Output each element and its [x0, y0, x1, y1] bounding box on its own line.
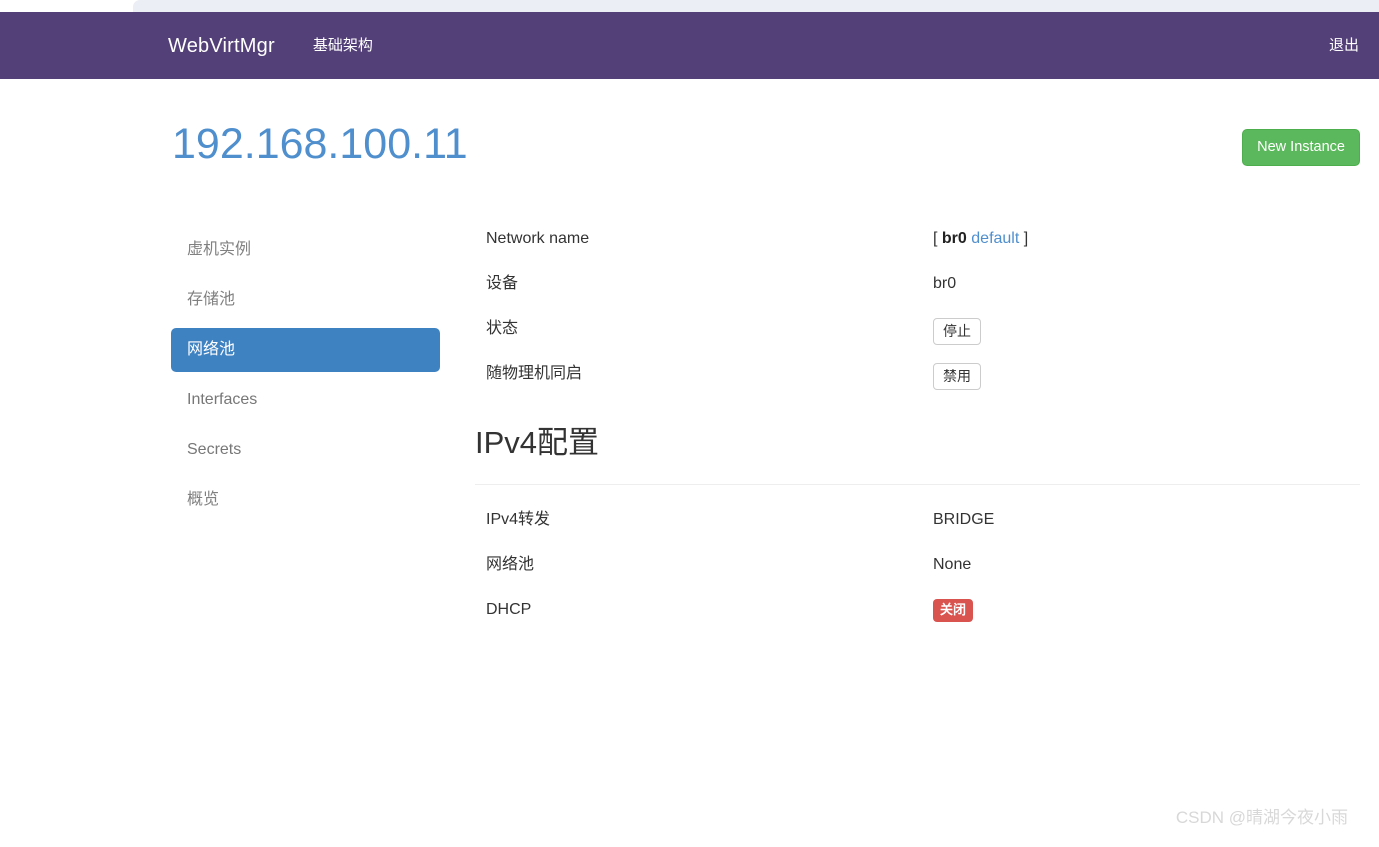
detail-label: Network name [486, 230, 590, 247]
sidebar-item-interfaces[interactable]: Interfaces [171, 378, 440, 422]
sidebar-item-storage-pools[interactable]: 存储池 [171, 278, 440, 322]
stop-button[interactable]: 停止 [933, 318, 981, 345]
bracket-open: [ [933, 230, 938, 247]
nav-link-logout[interactable]: 退出 [1329, 38, 1359, 53]
detail-row-network-name: Network name [ br0 default ] [475, 228, 1360, 273]
sidebar-item-overview[interactable]: 概览 [171, 478, 440, 522]
detail-row-state: 状态 停止 [475, 318, 1360, 363]
detail-value-ipv4-forwarding: BRIDGE [933, 511, 995, 528]
detail-row-ipv4-forwarding: IPv4转发 BRIDGE [475, 509, 1360, 554]
nav-link-infrastructure[interactable]: 基础架构 [313, 38, 373, 53]
detail-row-dhcp: DHCP 关闭 [475, 599, 1360, 644]
detail-label: 设备 [486, 275, 519, 292]
navbar-brand[interactable]: WebVirtMgr [168, 36, 275, 56]
detail-value-autostart: 禁用 [933, 363, 981, 390]
network-name-value: br0 [941, 230, 967, 247]
sidebar: 虚机实例 存储池 网络池 Interfaces Secrets 概览 [171, 228, 440, 528]
new-instance-button[interactable]: New Instance [1242, 129, 1360, 166]
detail-value-device: br0 [933, 275, 957, 292]
navbar-right: 退出 [1329, 38, 1359, 53]
page-title: 192.168.100.11 [172, 120, 468, 168]
sidebar-item-instances[interactable]: 虚机实例 [171, 228, 440, 272]
browser-top-strip [0, 0, 1379, 12]
watermark: CSDN @晴湖今夜小雨 [1175, 808, 1348, 827]
detail-value-state: 停止 [933, 318, 981, 345]
detail-row-autostart: 随物理机同启 禁用 [475, 363, 1360, 408]
detail-label: IPv4转发 [486, 511, 551, 528]
navbar: WebVirtMgr 基础架构 退出 [0, 12, 1379, 79]
detail-label: 随物理机同启 [486, 365, 583, 382]
detail-value-network-pool: None [933, 556, 972, 573]
network-default-link[interactable]: default [971, 230, 1019, 247]
bracket-close: ] [1023, 230, 1029, 247]
detail-label: DHCP [486, 601, 532, 618]
sidebar-item-network-pools[interactable]: 网络池 [171, 328, 440, 372]
ipv4-section-title: IPv4配置 [475, 425, 600, 460]
browser-top-strip-inner [133, 0, 1379, 12]
detail-value-dhcp: 关闭 [933, 599, 974, 622]
navbar-nav: 基础架构 [313, 38, 373, 53]
network-detail-panel: Network name [ br0 default ] 设备 br0 状态 停… [475, 228, 1360, 644]
disable-autostart-button[interactable]: 禁用 [933, 363, 981, 390]
detail-row-device: 设备 br0 [475, 273, 1360, 318]
detail-row-network-pool: 网络池 None [475, 554, 1360, 599]
sidebar-item-secrets[interactable]: Secrets [171, 428, 440, 472]
page-header: 192.168.100.11 New Instance [0, 118, 1379, 188]
detail-label: 网络池 [486, 556, 535, 573]
detail-value-network-name: [ br0 default ] [933, 228, 1028, 250]
dhcp-status-badge: 关闭 [933, 599, 974, 622]
detail-label: 状态 [486, 320, 519, 337]
